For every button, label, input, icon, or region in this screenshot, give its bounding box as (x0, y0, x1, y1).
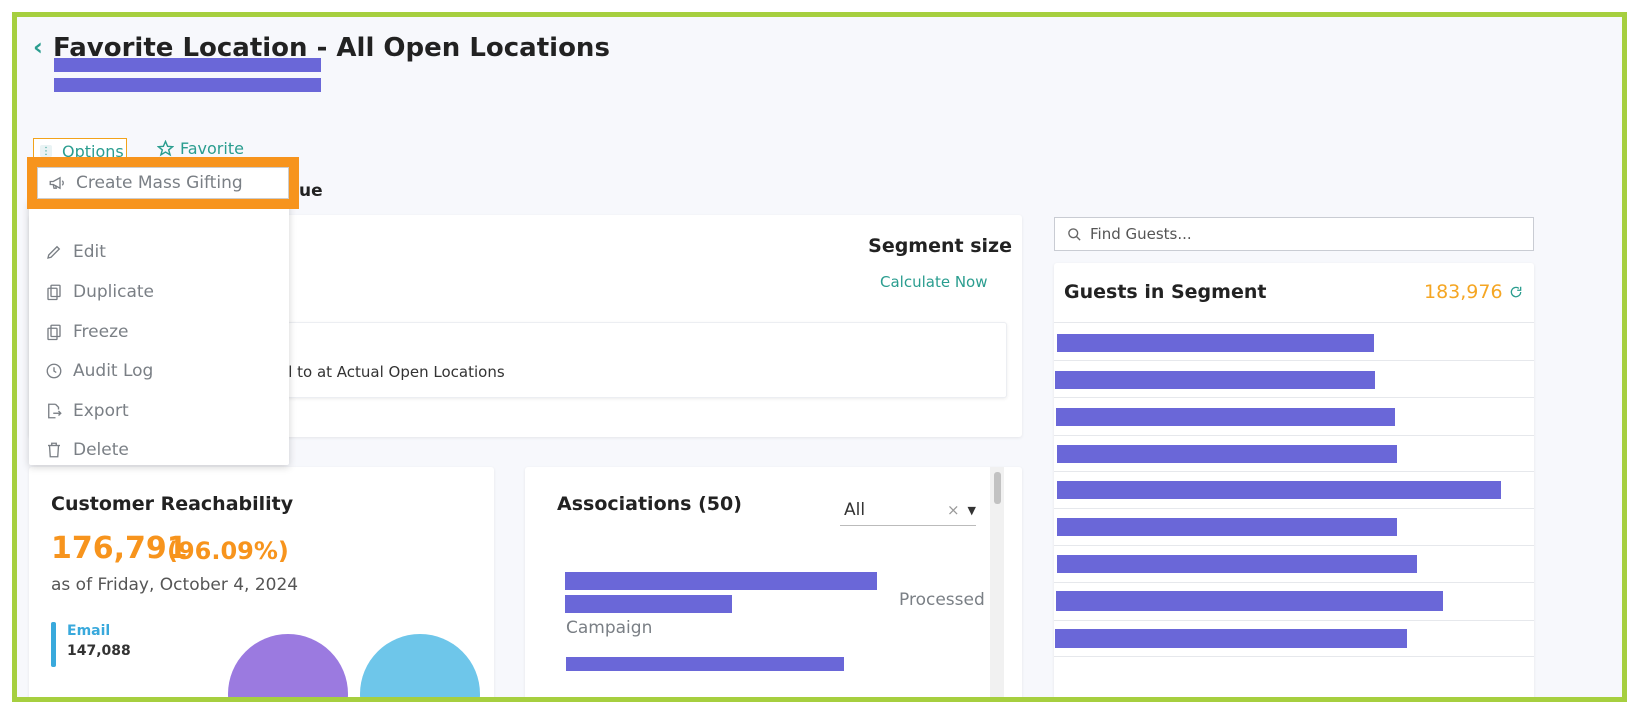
favorite-button[interactable]: Favorite (157, 139, 244, 158)
export-icon (48, 403, 62, 419)
menu-item-label: Edit (73, 242, 106, 262)
highlighted-menu-item: Create Mass Gifting (27, 157, 299, 209)
search-icon (1068, 227, 1081, 241)
guest-row[interactable] (1057, 445, 1397, 463)
menu-item-label: Export (73, 401, 129, 421)
association-status: Processed (899, 590, 985, 610)
associations-scrollbar-thumb[interactable] (994, 472, 1001, 504)
calculate-now-link[interactable]: Calculate Now (880, 273, 988, 291)
menu-item-label: Delete (73, 440, 129, 460)
star-icon (157, 140, 174, 157)
copy-icon (47, 324, 61, 341)
filter-value: All (844, 500, 866, 520)
copy-icon (47, 284, 61, 301)
menu-item-label: Create Mass Gifting (76, 173, 243, 193)
email-value: 147,088 (67, 643, 131, 659)
menu-item-label: Freeze (73, 322, 129, 342)
reachability-title: Customer Reachability (51, 493, 294, 515)
menu-item-label: Audit Log (73, 361, 154, 381)
email-indicator (51, 622, 56, 667)
app-frame: ‹ Favorite Location - All Open Locations… (12, 12, 1627, 702)
menu-item-export[interactable]: Export (45, 401, 129, 421)
email-label: Email (67, 623, 111, 639)
condition-text: al to at Actual Open Locations (279, 363, 505, 381)
association-name-redacted (565, 595, 732, 613)
association-name-redacted[interactable] (565, 572, 877, 590)
associations-title: Associations (50) (557, 493, 742, 515)
guest-row[interactable] (1057, 518, 1397, 536)
menu-item-freeze[interactable]: Freeze (45, 322, 128, 342)
kebab-icon: ⋮ (40, 145, 52, 157)
segment-heading-fragment: ue (299, 181, 323, 201)
menu-item-audit-log[interactable]: Audit Log (45, 361, 153, 381)
segment-size-label: Segment size (868, 235, 1012, 257)
refresh-icon[interactable] (1509, 285, 1523, 299)
guest-row[interactable] (1057, 555, 1417, 573)
redacted-text (54, 58, 321, 72)
guest-row[interactable] (1056, 408, 1395, 426)
search-placeholder: Find Guests... (1090, 225, 1192, 243)
guest-row[interactable] (1055, 629, 1407, 648)
options-menu: Edit Duplicate Freeze Audit Log Export D… (29, 200, 289, 465)
guest-row[interactable] (1056, 591, 1443, 611)
trash-icon (48, 442, 60, 458)
condition-box (287, 322, 1007, 398)
association-type: Campaign (566, 618, 653, 638)
favorite-label: Favorite (180, 139, 244, 158)
reachability-date: as of Friday, October 4, 2024 (51, 575, 299, 595)
menu-item-create-mass-gifting[interactable]: Create Mass Gifting (37, 167, 289, 199)
guest-row[interactable] (1055, 371, 1375, 389)
guests-count-value: 183,976 (1424, 281, 1503, 303)
menu-item-delete[interactable]: Delete (45, 440, 129, 460)
guests-count: 183,976 (1424, 281, 1523, 303)
pencil-icon (47, 245, 61, 259)
megaphone-icon (49, 176, 64, 190)
guest-search-input[interactable]: Find Guests... (1054, 217, 1534, 251)
association-name-redacted[interactable] (566, 657, 844, 671)
menu-item-label: Duplicate (73, 282, 154, 302)
clock-icon (46, 363, 62, 379)
guest-row[interactable] (1057, 481, 1501, 499)
guest-row[interactable] (1057, 334, 1374, 352)
associations-filter-select[interactable]: All × ▼ (840, 495, 976, 526)
redacted-text (54, 78, 321, 92)
back-chevron-icon[interactable]: ‹ (33, 33, 43, 61)
guests-title: Guests in Segment (1064, 281, 1267, 303)
clear-icon[interactable]: × (947, 501, 960, 519)
menu-item-edit[interactable]: Edit (45, 242, 106, 262)
menu-item-duplicate[interactable]: Duplicate (45, 282, 154, 302)
reachability-percent: (96.09%) (167, 537, 289, 565)
chevron-down-icon[interactable]: ▼ (968, 504, 976, 517)
